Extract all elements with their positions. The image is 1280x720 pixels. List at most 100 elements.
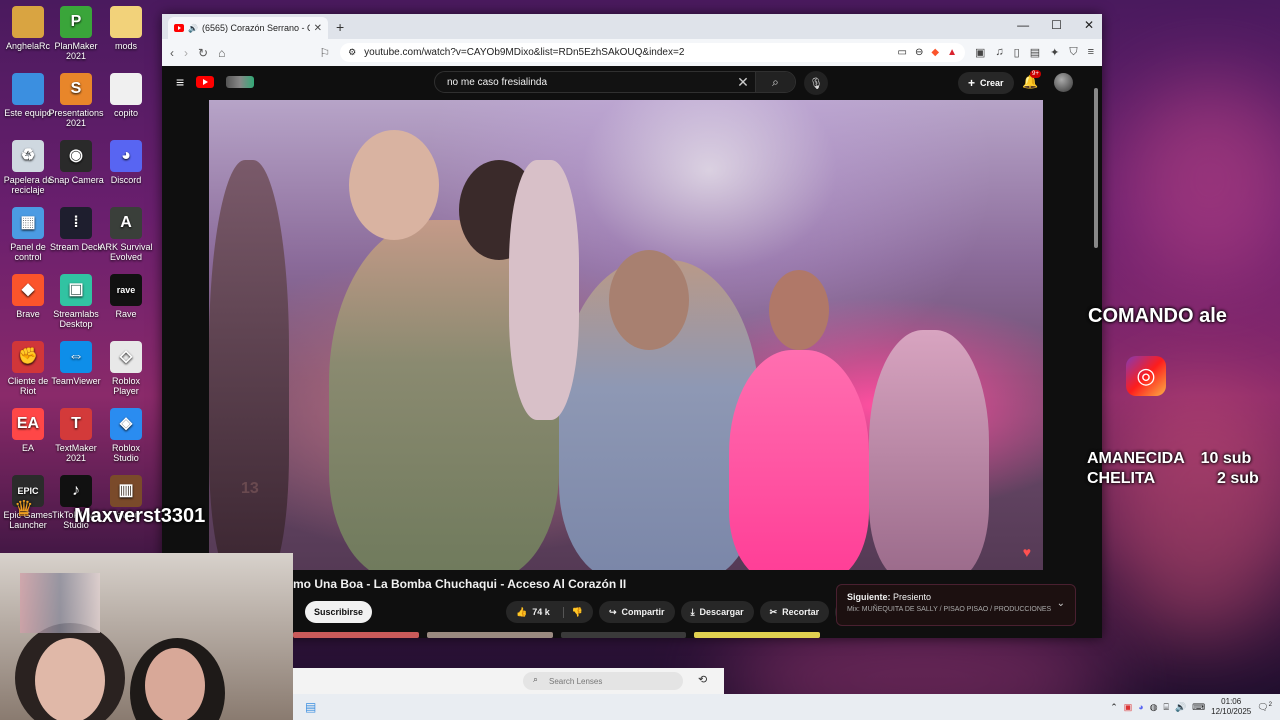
video-corner-icon: ♥ bbox=[1022, 544, 1031, 560]
brave-shield-icon[interactable]: ◆ bbox=[931, 47, 939, 58]
back-icon[interactable]: ‹ bbox=[170, 46, 174, 60]
desktop-icon-label: Streamlabs Desktop bbox=[53, 309, 99, 329]
desktop-icon[interactable]: T TextMaker 2021 bbox=[48, 408, 104, 463]
wallet-card-icon[interactable]: ▤ bbox=[1030, 46, 1040, 59]
thumbs-down-icon[interactable]: 👎 bbox=[562, 606, 583, 618]
share-button[interactable]: ↪ Compartir bbox=[599, 601, 675, 623]
brave-icon: ◆ bbox=[12, 274, 44, 306]
desktop-icon[interactable]: mods bbox=[98, 6, 154, 51]
scrollbar-thumb[interactable] bbox=[1094, 88, 1098, 248]
thumbnail[interactable] bbox=[694, 632, 820, 638]
desktop-icon-label: Rave bbox=[115, 309, 137, 319]
cast-icon[interactable]: ▭ bbox=[898, 47, 907, 58]
tavern-icon: ▥ bbox=[110, 475, 142, 507]
notification-count: 2 bbox=[1268, 701, 1272, 708]
desktop-icon[interactable]: rave Rave bbox=[98, 274, 154, 319]
tray-app-icon[interactable]: ▣ bbox=[1124, 702, 1133, 713]
zoom-icon[interactable]: ⊖ bbox=[915, 47, 923, 58]
network-icon[interactable]: ⌸ bbox=[1164, 702, 1169, 713]
desktop-icon[interactable]: S Presentations 2021 bbox=[48, 73, 104, 128]
desktop-icon-label: Snap Camera bbox=[48, 175, 104, 185]
site-info-icon[interactable]: ⚙ bbox=[348, 47, 356, 58]
like-button[interactable]: 👍 74 k 👎 bbox=[506, 601, 593, 623]
plus-icon: + bbox=[968, 76, 976, 90]
taskbar-app-icon[interactable]: ▤ bbox=[305, 700, 316, 714]
notification-center-icon[interactable]: 🗨2 bbox=[1257, 702, 1272, 713]
speaker-icon: 🔊 bbox=[188, 23, 198, 33]
minimize-icon[interactable]: — bbox=[1017, 18, 1029, 32]
taskbar: ▤ ⌃ ▣ ◕ ◍ ⌸ 🔊 ⌨ 01:06 12/10/2025 🗨2 bbox=[293, 694, 1280, 720]
desktop-icon[interactable]: copito bbox=[98, 73, 154, 118]
desktop-icon[interactable]: ⁞ Stream Deck bbox=[48, 207, 104, 252]
desktop-icon[interactable]: ⇔ TeamViewer bbox=[48, 341, 104, 386]
notif-badge: 9+ bbox=[1030, 70, 1041, 78]
create-button[interactable]: + Crear bbox=[958, 72, 1014, 94]
history-icon[interactable]: ⟲ bbox=[698, 673, 707, 686]
url-field[interactable]: ⚙ youtube.com/watch?v=CAYOb9MDixo&list=R… bbox=[340, 43, 965, 62]
desktop-icon[interactable]: ▣ Streamlabs Desktop bbox=[48, 274, 104, 329]
clip-button[interactable]: ✂ Recortar bbox=[759, 601, 830, 623]
desktop-icon[interactable]: ◉ Snap Camera bbox=[48, 140, 104, 185]
hamburger-menu-icon[interactable]: ≡ bbox=[176, 74, 184, 90]
extensions-icon[interactable]: ✦ bbox=[1050, 46, 1059, 59]
browser-tab[interactable]: 🔊 (6565) Corazón Serrano - Có ✕ bbox=[168, 17, 328, 39]
video-title: mo Una Boa - La Bomba Chuchaqui - Acceso… bbox=[293, 577, 627, 591]
up-next-card[interactable]: Siguiente: Presiento Mix: MUÑEQUITA DE S… bbox=[836, 584, 1076, 626]
folder-icon bbox=[110, 6, 142, 38]
chevron-down-icon[interactable]: ⌄ bbox=[1057, 598, 1065, 609]
bookmark-icon[interactable]: ⚐ bbox=[319, 46, 330, 60]
next-subtitle: Mix: MUÑEQUITA DE SALLY / PISAO PISAO / … bbox=[847, 606, 1052, 613]
download-button[interactable]: ⤓ Descargar bbox=[680, 601, 754, 623]
taskbar-clock[interactable]: 01:06 12/10/2025 bbox=[1211, 697, 1251, 717]
next-label: Siguiente: bbox=[847, 592, 891, 602]
desktop-icon[interactable]: A ARK Survival Evolved bbox=[98, 207, 154, 262]
close-tab-icon[interactable]: ✕ bbox=[314, 23, 322, 34]
maximize-icon[interactable]: ☐ bbox=[1051, 18, 1062, 32]
voice-search-icon[interactable]: 🎙 bbox=[804, 71, 828, 95]
steam-tray-icon[interactable]: ◍ bbox=[1150, 702, 1158, 713]
video-player[interactable]: 13 ♥ bbox=[209, 100, 1043, 570]
wallet-icon[interactable]: ▣ bbox=[975, 46, 985, 59]
sidebar-icon[interactable]: ▯ bbox=[1014, 46, 1020, 59]
computer-icon bbox=[12, 73, 44, 105]
youtube-logo-icon[interactable] bbox=[196, 76, 215, 88]
volume-icon[interactable]: 🔊 bbox=[1175, 702, 1186, 713]
clear-search-icon[interactable]: ✕ bbox=[731, 74, 755, 91]
crown-icon: ♛ bbox=[14, 496, 34, 521]
vpn-icon[interactable]: ⛉ bbox=[1069, 46, 1077, 59]
toolbar-right: ▣ ♫ ▯ ▤ ✦ ⛉ ≡ bbox=[975, 46, 1094, 59]
video-overlay-number: 13 bbox=[241, 480, 259, 497]
search-button[interactable]: ⌕ bbox=[755, 72, 795, 92]
roblox-studio-icon: ◈ bbox=[110, 408, 142, 440]
recycle-bin-icon: ♻ bbox=[12, 140, 44, 172]
desktop-icon[interactable]: P PlanMaker 2021 bbox=[48, 6, 104, 61]
keyboard-icon[interactable]: ⌨ bbox=[1192, 702, 1205, 713]
search-input[interactable]: no me caso fresialinda bbox=[435, 77, 731, 88]
desktop-icon[interactable]: ◕ Discord bbox=[98, 140, 154, 185]
music-icon[interactable]: ♫ bbox=[995, 46, 1003, 59]
menu-icon[interactable]: ≡ bbox=[1088, 46, 1094, 59]
discord-tray-icon[interactable]: ◕ bbox=[1138, 702, 1143, 712]
account-avatar[interactable] bbox=[1054, 73, 1073, 92]
tray-expand-icon[interactable]: ⌃ bbox=[1110, 702, 1118, 713]
notifications-icon[interactable]: 🔔 9+ bbox=[1022, 70, 1041, 90]
home-icon[interactable]: ⌂ bbox=[218, 46, 225, 60]
folder-user-icon bbox=[12, 6, 44, 38]
desktop-icon[interactable]: ◈ Roblox Studio bbox=[98, 408, 154, 463]
thumbnail[interactable] bbox=[560, 632, 687, 638]
subscribe-button[interactable]: Suscribirse bbox=[305, 601, 373, 623]
page-scrollbar[interactable] bbox=[1092, 82, 1100, 637]
new-tab-icon[interactable]: + bbox=[336, 19, 344, 35]
search-icon: ⌕ bbox=[772, 74, 779, 89]
rewards-icon[interactable]: ▲ bbox=[947, 47, 957, 58]
thumbnail[interactable] bbox=[293, 632, 419, 638]
close-window-icon[interactable]: ✕ bbox=[1084, 18, 1094, 32]
lens-search-input[interactable]: Search Lenses bbox=[523, 672, 683, 690]
doodle-icon[interactable] bbox=[226, 76, 255, 88]
ea-icon: EA bbox=[12, 408, 44, 440]
thumbnail[interactable] bbox=[426, 632, 553, 638]
desktop-icon[interactable]: ◇ Roblox Player bbox=[98, 341, 154, 396]
reload-icon[interactable]: ↻ bbox=[198, 46, 208, 60]
forward-icon[interactable]: › bbox=[184, 46, 188, 60]
control-panel-icon: ▦ bbox=[12, 207, 44, 239]
